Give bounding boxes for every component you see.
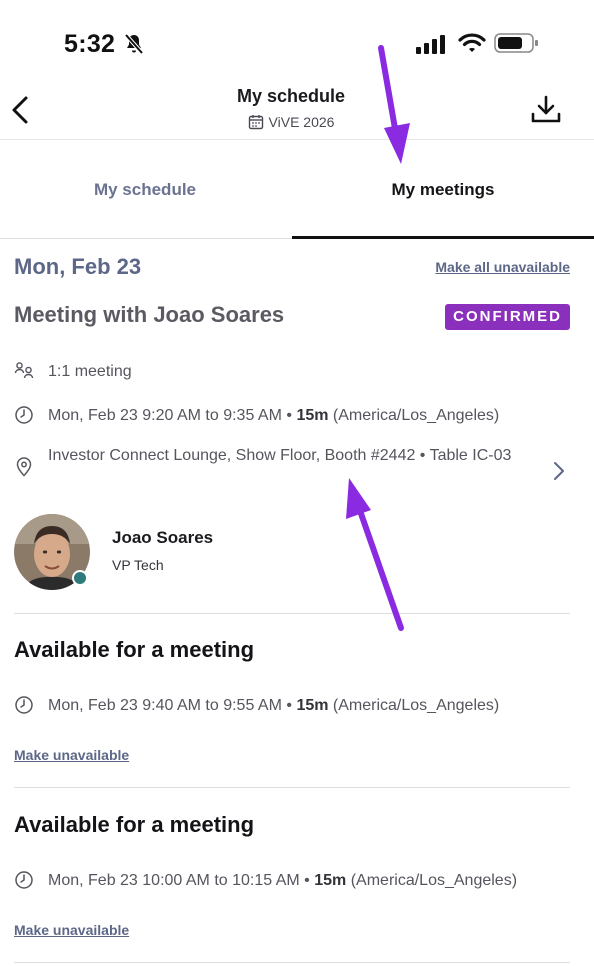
location-pin-icon (16, 457, 32, 477)
app-header: My schedule ViVE 2026 (0, 80, 594, 140)
slot-time: Mon, Feb 23 9:40 AM to 9:55 AM • 15m (Am… (48, 697, 500, 714)
clock-icon (15, 406, 33, 424)
meeting-location: Investor Connect Lounge, Show Floor, Boo… (48, 447, 512, 464)
people-icon (14, 362, 34, 379)
day-label: Mon, Feb 23 (14, 254, 142, 279)
calendar-icon (248, 115, 263, 130)
presence-indicator (72, 570, 88, 586)
meeting-time: Mon, Feb 23 9:20 AM to 9:35 AM • 15m (Am… (48, 407, 500, 424)
event-name: ViVE 2026 (268, 114, 335, 130)
meeting-card-header: Meeting with Joao Soares CONFIRMED (14, 302, 570, 330)
make-unavailable-link[interactable]: Make unavailable (14, 922, 129, 938)
slot-time: Mon, Feb 23 10:00 AM to 10:15 AM • 15m (… (48, 872, 518, 889)
slot-title: Available for a meeting (14, 637, 255, 662)
event-subtitle: ViVE 2026 (0, 114, 582, 130)
chevron-right-icon (554, 462, 564, 480)
divider (14, 962, 570, 963)
meeting-type: 1:1 meeting (48, 363, 132, 380)
bell-slash-icon (124, 33, 144, 55)
divider (14, 787, 570, 788)
person-name[interactable]: Joao Soares (112, 528, 213, 548)
tab-bar: My schedule My meetings (0, 139, 594, 239)
cellular-signal-icon (416, 35, 445, 54)
meeting-location-row[interactable]: Investor Connect Lounge, Show Floor, Boo… (14, 444, 570, 496)
active-tab-indicator (292, 236, 594, 239)
meeting-title[interactable]: Meeting with Joao Soares (14, 302, 284, 327)
make-unavailable-link[interactable]: Make unavailable (14, 747, 129, 763)
battery-icon (494, 33, 538, 53)
annotation-arrow-location (355, 502, 404, 631)
status-badge: CONFIRMED (445, 304, 570, 330)
slot-title: Available for a meeting (14, 812, 255, 837)
status-time: 5:32 (64, 30, 116, 58)
tab-my-schedule[interactable]: My schedule (0, 140, 290, 239)
person-role: VP Tech (112, 557, 164, 573)
page-title: My schedule (236, 86, 346, 106)
meeting-duration: 15m (296, 407, 329, 424)
status-bar: 5:32 (0, 0, 594, 80)
tab-my-meetings[interactable]: My meetings (292, 140, 594, 239)
day-header: Mon, Feb 23 Make all unavailable (14, 254, 570, 284)
make-all-unavailable-link[interactable]: Make all unavailable (435, 259, 570, 275)
meeting-timezone: (America/Los_Angeles) (332, 407, 500, 424)
divider (14, 613, 570, 614)
download-button[interactable] (530, 94, 562, 126)
wifi-icon (458, 33, 486, 52)
clock-icon (15, 871, 33, 889)
clock-icon (15, 696, 33, 714)
